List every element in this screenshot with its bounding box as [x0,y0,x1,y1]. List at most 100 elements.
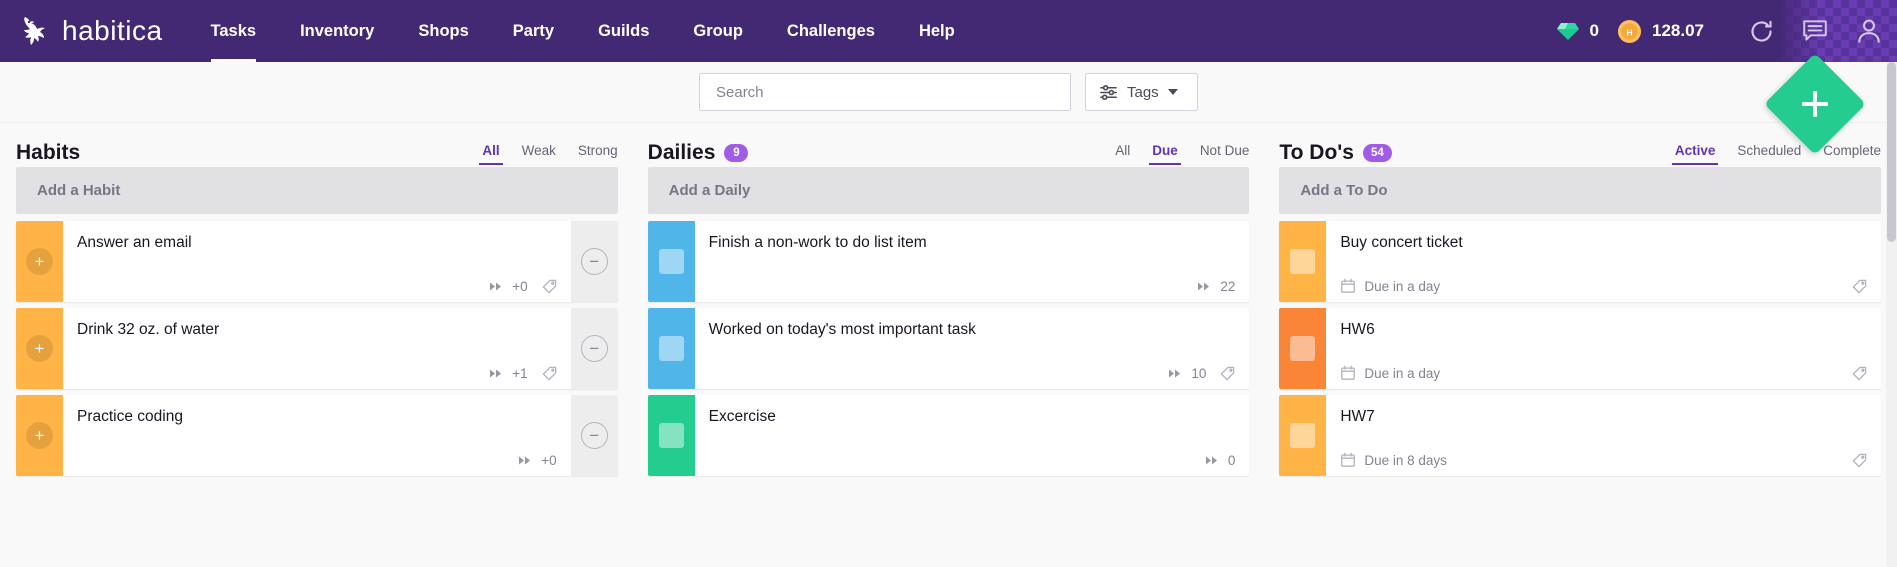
habits-filter-all[interactable]: All [479,143,503,165]
streak-arrows-icon [1205,456,1217,465]
dailies-filter-due[interactable]: Due [1149,143,1181,165]
checkbox-icon [1290,336,1316,361]
task-due-label: Due in 8 days [1364,452,1447,468]
todos-filters: Active Scheduled Complete [1671,143,1881,165]
tags-label: Tags [1127,83,1159,101]
habit-increment-button[interactable]: + [16,395,63,476]
task-body: HW6 Due in a day [1326,308,1881,389]
messages-button[interactable] [1801,17,1829,45]
habit-counter: +1 [512,366,528,381]
task-due-label: Due in a day [1364,278,1441,294]
gryphon-logo-icon [24,17,45,45]
calendar-icon [1341,365,1356,380]
add-daily-input[interactable]: Add a Daily [647,167,1250,214]
nav-item-shops[interactable]: Shops [396,0,490,62]
habit-decrement-button[interactable]: − [570,395,618,476]
daily-checkbox[interactable] [647,308,695,389]
gems-value: 0 [1589,21,1599,40]
plus-icon [1800,89,1830,119]
nav-item-help[interactable]: Help [897,0,977,62]
habit-decrement-button[interactable]: − [570,221,618,302]
search-box[interactable] [699,73,1071,111]
todos-title: To Do's [1279,141,1354,164]
task-row[interactable]: Excercise 0 [647,395,1250,476]
task-row[interactable]: + Practice coding +0 − [16,395,618,476]
nav-item-group[interactable]: Group [671,0,765,62]
checkbox-icon [658,249,684,274]
habit-counter: +0 [541,453,557,468]
tag-icon [1852,453,1867,468]
gold-value: 128.07 [1652,21,1704,40]
gems-indicator[interactable]: 0 [1556,21,1599,42]
task-title: HW7 [1340,408,1375,425]
task-row[interactable]: Worked on today's most important task 10 [647,308,1250,389]
plus-icon: + [26,248,53,275]
brand-logo[interactable]: habitica [18,14,163,48]
refresh-sync-icon [1751,20,1772,42]
todo-checkbox[interactable] [1279,395,1327,476]
nav-item-party[interactable]: Party [491,0,576,62]
task-body: Worked on today's most important task 10 [695,308,1250,389]
search-input[interactable] [714,82,1056,102]
gold-indicator[interactable]: H 128.07 [1617,19,1704,44]
daily-streak-count: 22 [1220,279,1236,294]
chat-bubble-icon [1803,20,1827,41]
task-row[interactable]: + Answer an email +0 − [16,221,618,302]
dailies-filter-all[interactable]: All [1115,143,1130,165]
daily-checkbox[interactable] [647,395,695,476]
task-body: HW7 Due in 8 days [1326,395,1881,476]
gem-icon [1556,22,1579,40]
habit-counter: +0 [512,279,528,294]
dailies-title: Dailies [647,141,716,164]
task-row[interactable]: HW7 Due in 8 days [1279,395,1882,476]
habit-decrement-button[interactable]: − [570,308,618,389]
user-menu-button[interactable] [1855,17,1883,45]
task-meta: 0 [709,453,1235,468]
task-due: Due in 8 days [1340,452,1447,468]
nav-item-inventory[interactable]: Inventory [278,0,396,62]
nav-item-tasks[interactable]: Tasks [189,0,279,62]
tag-icon [1220,366,1235,381]
task-row[interactable]: Buy concert ticket Due in a day [1279,221,1882,302]
tags-dropdown-button[interactable]: Tags [1085,73,1198,111]
task-body: Practice coding +0 [63,395,571,476]
dailies-filter-not-due[interactable]: Not Due [1200,143,1250,165]
streak-arrows-icon [490,282,502,291]
plus-icon: + [26,422,53,449]
scrollbar-thumb[interactable] [1887,62,1896,242]
checkbox-icon [658,336,684,361]
nav-item-guilds[interactable]: Guilds [576,0,671,62]
task-row[interactable]: + Drink 32 oz. of water +1 − [16,308,618,389]
todos-filter-complete[interactable]: Complete [1823,143,1881,165]
daily-checkbox[interactable] [647,221,695,302]
user-avatar-icon [1858,19,1880,43]
dailies-header: Dailies 9 All Due Not Due [647,123,1249,167]
task-body: Answer an email +0 [63,221,571,302]
task-title: Worked on today's most important task [708,321,976,338]
tag-icon [542,366,556,381]
nav-links: Tasks Inventory Shops Party Guilds Group… [189,0,977,62]
task-row[interactable]: Finish a non-work to do list item 22 [647,221,1250,302]
nav-item-challenges[interactable]: Challenges [765,0,897,62]
todos-filter-scheduled[interactable]: Scheduled [1737,143,1801,165]
dailies-filters: All Due Not Due [1115,143,1249,165]
add-todo-input[interactable]: Add a To Do [1279,167,1882,214]
page-scrollbar[interactable] [1886,62,1897,567]
add-habit-input[interactable]: Add a Habit [16,167,618,214]
task-row[interactable]: HW6 Due in a day [1279,308,1882,389]
habit-increment-button[interactable]: + [16,308,63,389]
brand-name: habitica [62,15,163,46]
task-due: Due in a day [1340,278,1440,294]
todo-checkbox[interactable] [1279,308,1327,389]
task-due: Due in a day [1340,365,1440,381]
habits-filter-weak[interactable]: Weak [522,143,556,165]
minus-icon: − [580,335,608,362]
todos-filter-active[interactable]: Active [1671,143,1718,165]
sync-button[interactable] [1748,18,1775,45]
streak-arrows-icon [1198,282,1210,291]
todo-checkbox[interactable] [1279,221,1327,302]
habit-increment-button[interactable]: + [16,221,63,302]
task-meta: +1 [77,366,557,381]
task-board: Habits All Weak Strong Add a Habit + Ans… [0,123,1897,482]
habits-filter-strong[interactable]: Strong [578,143,618,165]
